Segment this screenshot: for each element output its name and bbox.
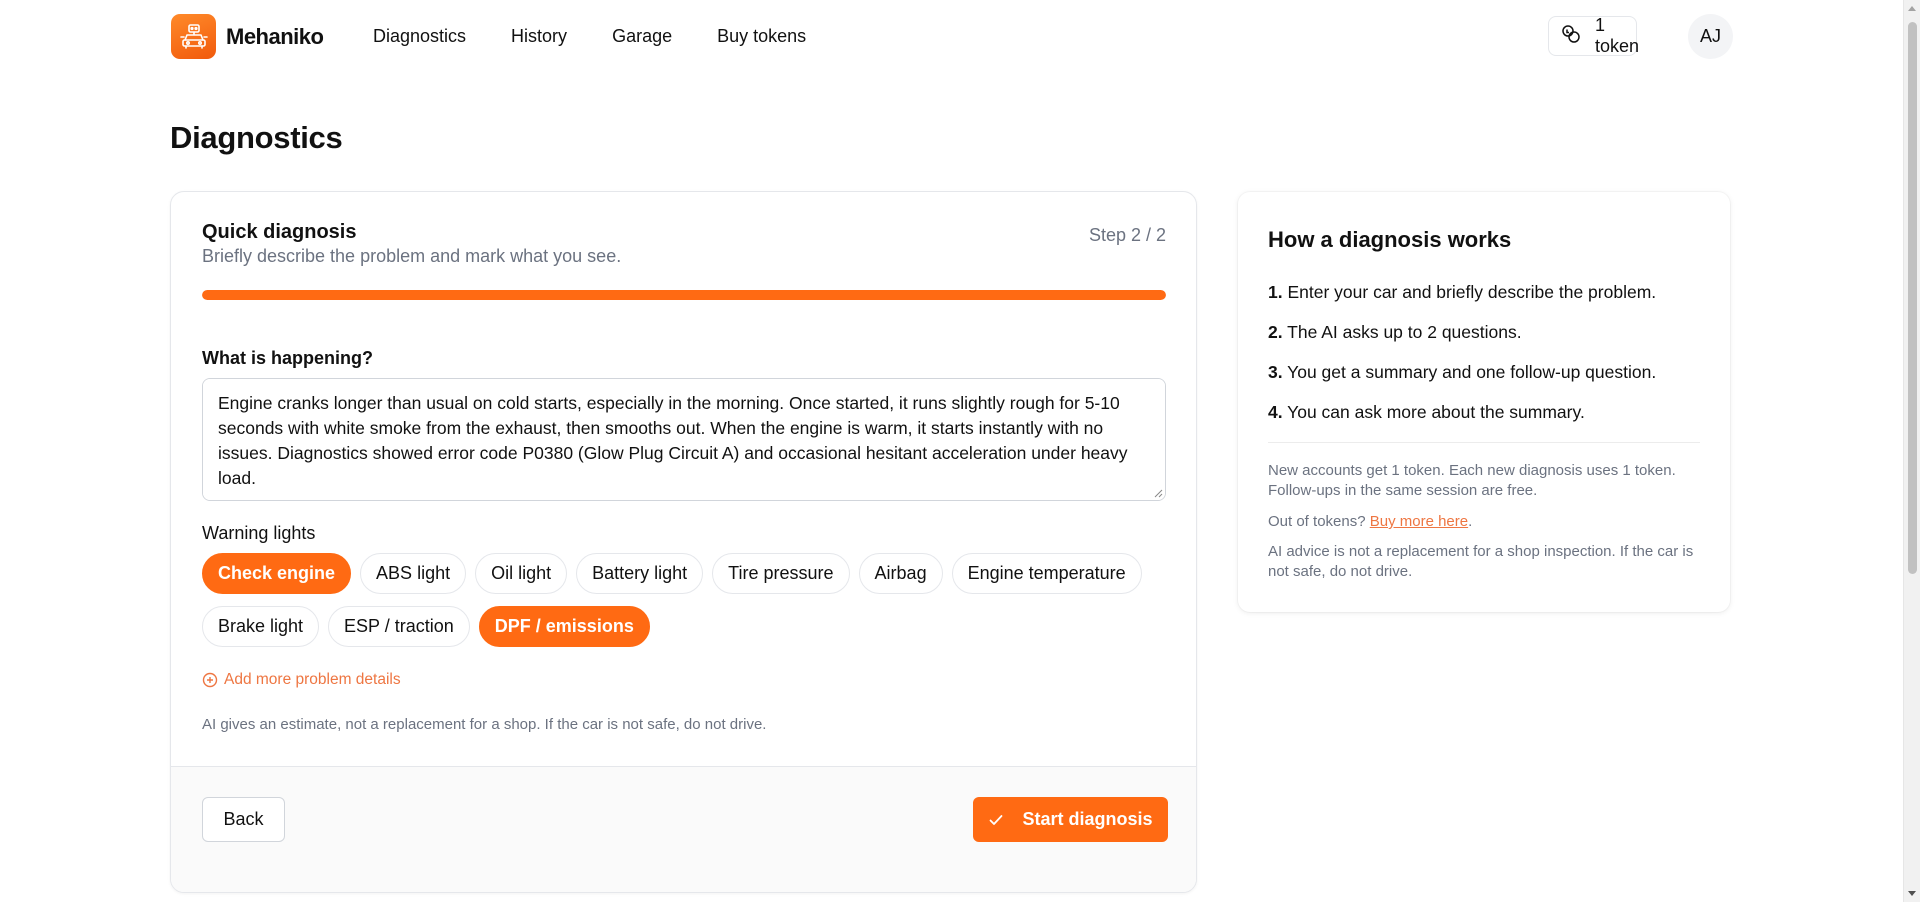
period: . — [1468, 513, 1473, 530]
step-item: 4. You can ask more about the summary. — [1268, 400, 1656, 440]
start-diagnosis-label: Start diagnosis — [1022, 809, 1153, 829]
chip-check-engine[interactable]: Check engine — [202, 553, 352, 594]
card-footer: Back Start diagnosis — [171, 766, 1196, 892]
nav-item-garage[interactable]: Garage — [612, 26, 672, 47]
main-nav: Diagnostics History Garage Buy tokens — [373, 26, 806, 47]
step-text: The AI asks up to 2 questions. — [1287, 322, 1522, 342]
out-of-tokens-note: Out of tokens? Buy more here. — [1268, 512, 1700, 532]
ai-disclaimer: AI gives an estimate, not a replacement … — [202, 716, 767, 733]
problem-description-textarea[interactable] — [202, 378, 1166, 501]
step-number: 4. — [1268, 402, 1283, 422]
nav-item-history[interactable]: History — [511, 26, 567, 47]
scroll-down-arrow-icon[interactable] — [1908, 891, 1916, 896]
scroll-up-arrow-icon[interactable] — [1908, 6, 1916, 11]
step-number: 2. — [1268, 322, 1283, 342]
step-text: You can ask more about the summary. — [1287, 402, 1585, 422]
chip-engine-temperature[interactable]: Engine temperature — [951, 553, 1142, 594]
card-title: Quick diagnosis — [202, 221, 357, 243]
add-more-details-link[interactable]: Add more problem details — [202, 671, 401, 689]
coins-icon — [1561, 24, 1581, 49]
chip-battery-light[interactable]: Battery light — [576, 553, 704, 594]
chip-airbag[interactable]: Airbag — [858, 553, 943, 594]
brand-name: Mehaniko — [226, 23, 324, 49]
start-diagnosis-button[interactable]: Start diagnosis — [973, 797, 1168, 842]
buy-more-link[interactable]: Buy more here — [1370, 513, 1468, 530]
add-more-details-label: Add more problem details — [224, 671, 401, 688]
chip-oil-light[interactable]: Oil light — [475, 553, 568, 594]
description-label: What is happening? — [202, 348, 373, 368]
chip-esp-traction[interactable]: ESP / traction — [328, 606, 470, 647]
nav-item-buy-tokens[interactable]: Buy tokens — [717, 26, 806, 47]
step-item: 1. Enter your car and briefly describe t… — [1268, 280, 1656, 320]
chip-tire-pressure[interactable]: Tire pressure — [712, 553, 850, 594]
card-subtitle: Briefly describe the problem and mark wh… — [202, 246, 622, 266]
how-it-works-title: How a diagnosis works — [1268, 227, 1512, 252]
quick-diagnosis-card: Quick diagnosis Briefly describe the pro… — [170, 191, 1197, 893]
progress-bar-fill — [202, 290, 1166, 300]
scrollbar-thumb[interactable] — [1908, 22, 1917, 574]
step-number: 1. — [1268, 282, 1283, 302]
check-icon — [990, 814, 1003, 825]
step-item: 3. You get a summary and one follow-up q… — [1268, 360, 1656, 400]
back-button[interactable]: Back — [202, 797, 285, 842]
page-title: Diagnostics — [170, 120, 343, 155]
divider — [1268, 442, 1700, 443]
chip-brake-light[interactable]: Brake light — [202, 606, 320, 647]
chip-abs-light[interactable]: ABS light — [360, 553, 467, 594]
car-robot-logo-icon — [171, 14, 216, 59]
user-avatar[interactable]: AJ — [1688, 14, 1733, 59]
step-indicator: Step 2 / 2 — [1088, 225, 1166, 245]
page-scrollbar[interactable] — [1903, 0, 1920, 902]
step-item: 2. The AI asks up to 2 questions. — [1268, 320, 1656, 360]
how-it-works-steps: 1. Enter your car and briefly describe t… — [1268, 280, 1656, 440]
nav-item-diagnostics[interactable]: Diagnostics — [373, 26, 466, 47]
step-text: You get a summary and one follow-up ques… — [1287, 362, 1657, 382]
token-balance-label: 1 token — [1595, 15, 1640, 56]
warning-lights-label: Warning lights — [202, 523, 316, 543]
ai-advice-note: AI advice is not a replacement for a sho… — [1268, 543, 1694, 580]
token-policy-note: New accounts get 1 token. Each new diagn… — [1268, 462, 1676, 499]
step-number: 3. — [1268, 362, 1283, 382]
how-it-works-card: How a diagnosis works 1. Enter your car … — [1238, 192, 1730, 612]
top-navigation: Mehaniko Diagnostics History Garage Buy … — [0, 0, 1903, 74]
out-of-tokens-text: Out of tokens? — [1268, 513, 1366, 530]
plus-circle-icon — [202, 672, 218, 688]
warning-lights-chips: Check engine ABS light Oil light Battery… — [202, 553, 1172, 647]
resize-handle-icon[interactable] — [1153, 488, 1163, 498]
brand[interactable]: Mehaniko — [171, 14, 324, 59]
progress-bar — [202, 290, 1166, 300]
chip-dpf-emissions[interactable]: DPF / emissions — [478, 606, 650, 647]
step-text: Enter your car and briefly describe the … — [1287, 282, 1657, 302]
token-balance-button[interactable]: 1 token — [1548, 15, 1640, 56]
